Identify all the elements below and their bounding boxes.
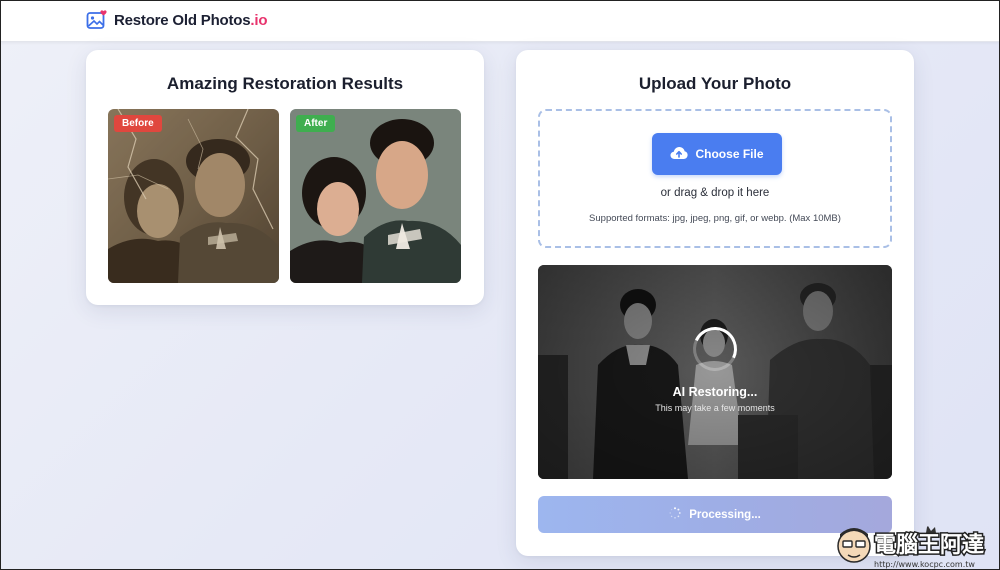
after-badge: After	[296, 115, 336, 132]
cloud-upload-icon	[670, 146, 689, 163]
upload-title: Upload Your Photo	[638, 74, 792, 93]
top-navbar: Restore Old Photos.io	[0, 0, 1000, 42]
brand-tld: .io	[250, 11, 268, 29]
loading-overlay	[538, 265, 892, 479]
choose-file-label: Choose File	[695, 147, 764, 161]
file-dropzone[interactable]: Choose File or drag & drop it here Suppo…	[538, 109, 892, 248]
svg-text:http://www.kocpc.com.tw: http://www.kocpc.com.tw	[874, 560, 975, 569]
upload-card: Upload Your Photo Choose File or drag & …	[516, 50, 914, 556]
choose-file-button[interactable]: Choose File	[652, 133, 782, 175]
restoring-status-title: AI Restoring...	[672, 385, 758, 399]
drag-drop-text: or drag & drop it here	[660, 187, 770, 199]
before-photo: Before	[108, 109, 279, 283]
small-spinner-icon	[669, 507, 681, 522]
results-card: Amazing Restoration Results Before After	[86, 50, 484, 305]
brand-link[interactable]: Restore Old Photos.io	[86, 9, 268, 31]
processing-label: Processing...	[689, 508, 761, 521]
brand-name: Restore Old Photos.io	[114, 11, 268, 29]
results-title: Amazing Restoration Results	[166, 74, 404, 93]
photo-heart-icon	[86, 9, 108, 31]
svg-text:電腦王阿達: 電腦王阿達	[874, 532, 984, 558]
site-watermark: 電腦王阿達 http://www.kocpc.com.tw	[832, 522, 1000, 570]
upload-preview: AI Restoring... This may take a few mome…	[538, 265, 892, 479]
restoring-status-subtitle: This may take a few moments	[655, 403, 775, 413]
before-badge: Before	[114, 115, 162, 132]
supported-formats-text: Supported formats: jpg, jpeg, png, gif, …	[589, 213, 841, 224]
after-photo: After	[290, 109, 461, 283]
